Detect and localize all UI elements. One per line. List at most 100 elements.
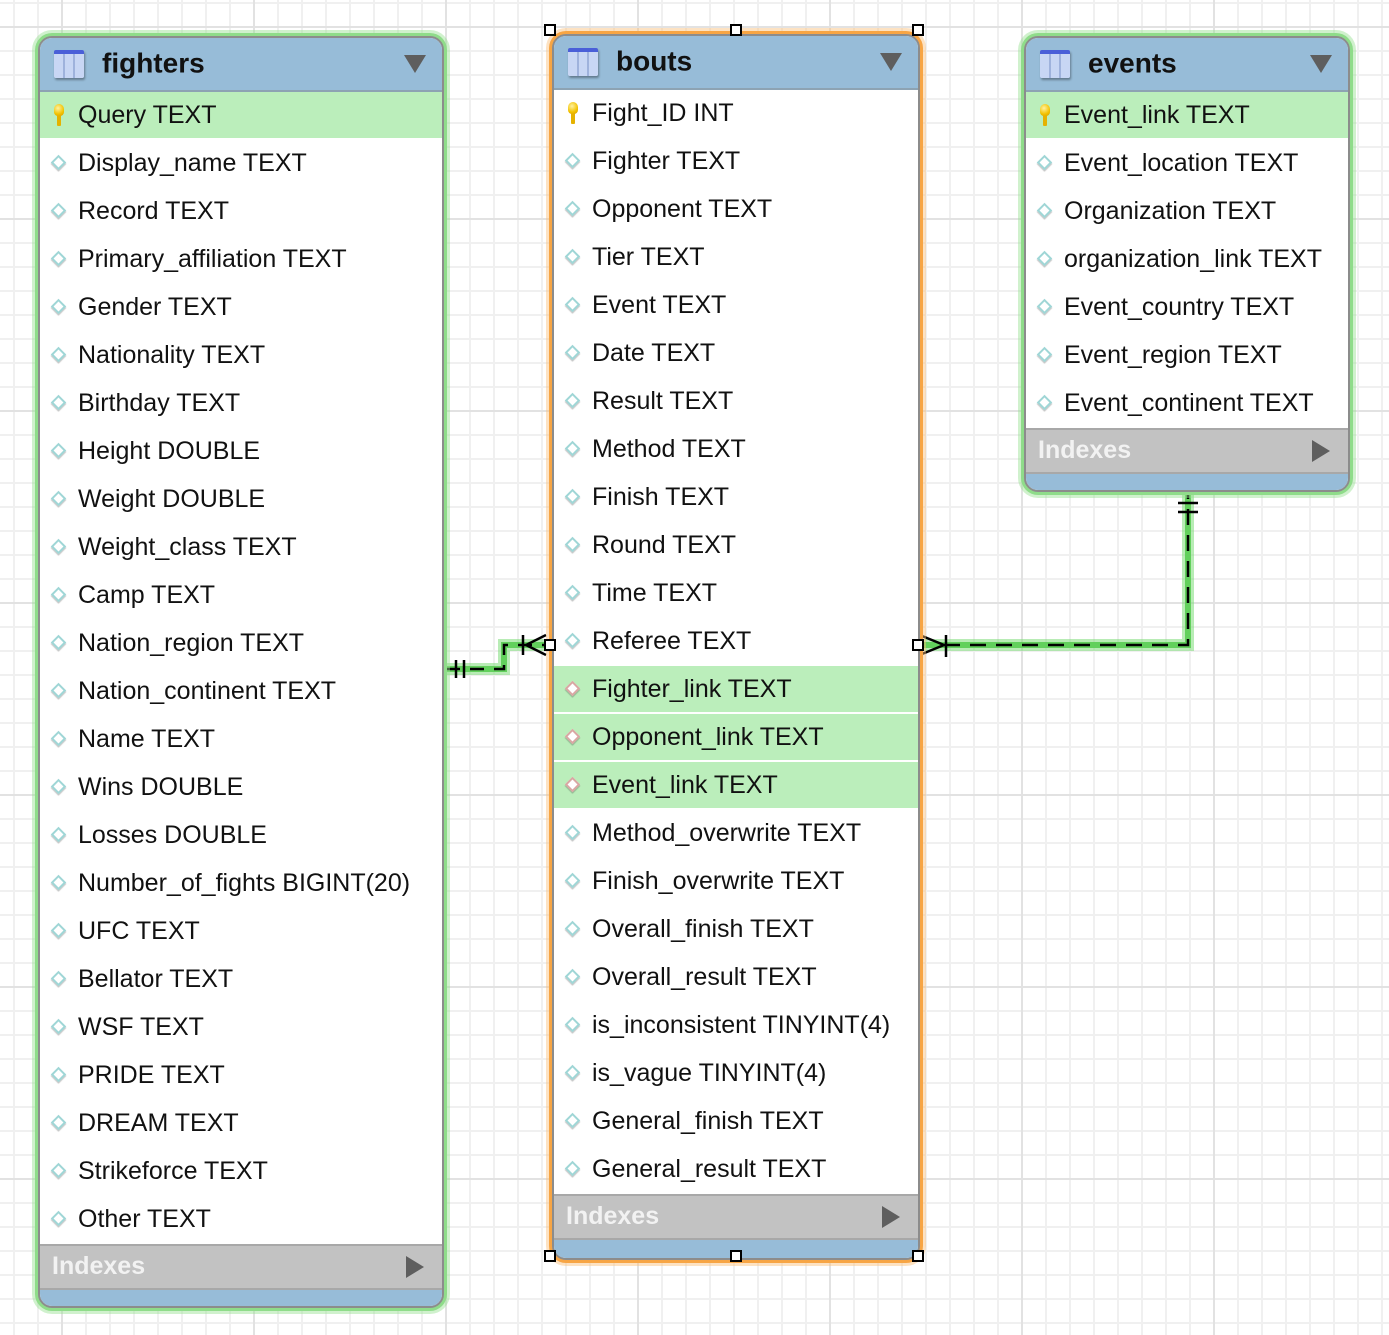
column-row[interactable]: Date TEXT [554,330,918,378]
column-row[interactable]: is_inconsistent TINYINT(4) [554,1002,918,1050]
column-row[interactable]: Method TEXT [554,426,918,474]
column-row[interactable]: Event_link TEXT [1026,92,1348,140]
column-row[interactable]: Referee TEXT [554,618,918,666]
table-icon [54,50,84,78]
column-row[interactable]: Other TEXT [40,1196,442,1244]
column-row[interactable]: Tier TEXT [554,234,918,282]
column-row[interactable]: Fighter TEXT [554,138,918,186]
column-row[interactable]: Organization TEXT [1026,188,1348,236]
resize-handle-top-right[interactable] [912,24,924,36]
connector-handle-left[interactable] [544,639,556,651]
diamond-icon [50,922,68,940]
column-row[interactable]: Opponent TEXT [554,186,918,234]
relationship-events-bouts[interactable] [920,492,1198,657]
column-row[interactable]: Nation_region TEXT [40,620,442,668]
column-label: Round TEXT [592,531,737,559]
table-bouts[interactable]: bouts Fight_ID INT Fighter TEXT Opponent T… [552,34,920,1260]
column-row[interactable]: Primary_affiliation TEXT [40,236,442,284]
resize-handle-top[interactable] [730,24,742,36]
column-row[interactable]: is_vague TINYINT(4) [554,1050,918,1098]
column-row[interactable]: Gender TEXT [40,284,442,332]
column-row[interactable]: Method_overwrite TEXT [554,810,918,858]
column-row[interactable]: Event_region TEXT [1026,332,1348,380]
diamond-icon [564,440,582,458]
column-label: Tier TEXT [592,243,705,271]
table-header[interactable]: events [1026,38,1348,92]
column-row[interactable]: organization_link TEXT [1026,236,1348,284]
column-row[interactable]: Fighter_link TEXT [554,666,918,714]
column-row[interactable]: Wins DOUBLE [40,764,442,812]
column-row[interactable]: Fight_ID INT [554,90,918,138]
caret-right-icon[interactable] [882,1206,900,1228]
diamond-icon [564,536,582,554]
table-header[interactable]: fighters [40,38,442,92]
column-label: Gender TEXT [78,293,232,321]
caret-right-icon[interactable] [406,1256,424,1278]
indexes-label: Indexes [566,1201,660,1230]
indexes-bar[interactable]: Indexes [554,1194,918,1240]
column-row[interactable]: Time TEXT [554,570,918,618]
column-label: Camp TEXT [78,581,216,609]
caret-down-icon[interactable] [880,53,902,71]
diamond-icon [1036,202,1054,220]
column-row[interactable]: DREAM TEXT [40,1100,442,1148]
column-row[interactable]: Finish TEXT [554,474,918,522]
column-label: Event_continent TEXT [1064,389,1314,417]
column-row[interactable]: Event_country TEXT [1026,284,1348,332]
column-row[interactable]: Weight_class TEXT [40,524,442,572]
column-row[interactable]: Event TEXT [554,282,918,330]
indexes-bar[interactable]: Indexes [40,1244,442,1290]
column-row[interactable]: Nationality TEXT [40,332,442,380]
column-row[interactable]: Losses DOUBLE [40,812,442,860]
column-row[interactable]: Strikeforce TEXT [40,1148,442,1196]
fk-diamond-icon [564,776,582,794]
diamond-icon [564,1016,582,1034]
resize-handle-bottom-right[interactable] [912,1250,924,1262]
column-row[interactable]: Birthday TEXT [40,380,442,428]
column-row[interactable]: Round TEXT [554,522,918,570]
column-row[interactable]: Camp TEXT [40,572,442,620]
column-row[interactable]: Bellator TEXT [40,956,442,1004]
column-row[interactable]: Event_location TEXT [1026,140,1348,188]
column-label: is_vague TINYINT(4) [592,1059,827,1087]
caret-right-icon[interactable] [1312,440,1330,462]
column-row[interactable]: Event_continent TEXT [1026,380,1348,428]
column-label: General_finish TEXT [592,1107,824,1135]
table-fighters[interactable]: fighters Query TEXT Display_name TEXT Reco… [38,36,444,1308]
relationship-fighters-bouts[interactable] [446,633,550,678]
column-label: Nationality TEXT [78,341,266,369]
indexes-bar[interactable]: Indexes [1026,428,1348,474]
resize-handle-top-left[interactable] [544,24,556,36]
column-row[interactable]: PRIDE TEXT [40,1052,442,1100]
column-row[interactable]: General_result TEXT [554,1146,918,1194]
column-row[interactable]: Finish_overwrite TEXT [554,858,918,906]
resize-handle-bottom[interactable] [730,1250,742,1262]
column-list: Query TEXT Display_name TEXT Record TEXT Pr… [40,92,442,1244]
column-label: Other TEXT [78,1205,211,1233]
column-row[interactable]: Overall_finish TEXT [554,906,918,954]
column-row[interactable]: General_finish TEXT [554,1098,918,1146]
column-row[interactable]: Height DOUBLE [40,428,442,476]
column-row[interactable]: Result TEXT [554,378,918,426]
column-row[interactable]: Nation_continent TEXT [40,668,442,716]
resize-handle-bottom-left[interactable] [544,1250,556,1262]
column-row[interactable]: Weight DOUBLE [40,476,442,524]
column-row[interactable]: UFC TEXT [40,908,442,956]
column-row[interactable]: Opponent_link TEXT [554,714,918,762]
caret-down-icon[interactable] [404,55,426,73]
column-row[interactable]: Event_link TEXT [554,762,918,810]
column-row[interactable]: Display_name TEXT [40,140,442,188]
column-row[interactable]: Name TEXT [40,716,442,764]
column-row[interactable]: Query TEXT [40,92,442,140]
diamond-icon [50,1162,68,1180]
table-events[interactable]: events Event_link TEXT Event_location TEX… [1024,36,1350,492]
column-row[interactable]: Record TEXT [40,188,442,236]
caret-down-icon[interactable] [1310,55,1332,73]
table-header[interactable]: bouts [554,36,918,90]
column-row[interactable]: Number_of_fights BIGINT(20) [40,860,442,908]
column-row[interactable]: WSF TEXT [40,1004,442,1052]
column-row[interactable]: Overall_result TEXT [554,954,918,1002]
diamond-icon [50,1066,68,1084]
column-label: UFC TEXT [78,917,200,945]
connector-handle-right[interactable] [912,639,924,651]
